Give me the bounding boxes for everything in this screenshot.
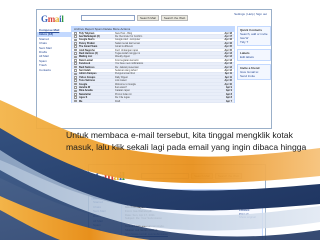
message-toolbar[interactable]: « Back to Inbox Archive Report Spam Dele…: [121, 189, 263, 194]
search-web-button[interactable]: Search the Web: [214, 173, 243, 179]
row-checkbox[interactable]: [74, 99, 77, 103]
row-checkbox[interactable]: [74, 69, 77, 72]
search-mail-button[interactable]: Search Mail: [137, 15, 159, 21]
row-checkbox[interactable]: [74, 48, 77, 52]
row-checkbox[interactable]: [74, 62, 77, 66]
message-rows: Tidy Tidyman New Post - Blog Apr 18 Iwa Wah…: [71, 31, 235, 104]
account-links[interactable]: Settings | Help | Sign out: [234, 12, 267, 16]
gmail-logo: Gmail: [41, 14, 64, 24]
message-link[interactable]: http://www.contoh.com/submission: [125, 232, 259, 237]
search-input[interactable]: [141, 173, 189, 179]
row-checkbox[interactable]: [74, 79, 77, 82]
side-box-link[interactable]: Tidy T: [240, 40, 268, 44]
row-checkbox[interactable]: [74, 45, 77, 49]
row-subject: Draft: [115, 99, 121, 103]
row-checkbox[interactable]: [74, 89, 77, 93]
message-list: Archive Report Spam Delete More Actions …: [71, 26, 235, 104]
gmail-message-screenshot: Gmail Search Mail Search the Web Compose…: [88, 164, 266, 240]
search-input[interactable]: [81, 15, 135, 21]
message-action-link[interactable]: Show original: [239, 216, 263, 220]
right-panel: Quick Contacts Search, add or invite Iwa W…: [237, 26, 271, 83]
search-mail-button[interactable]: Search Mail: [191, 173, 213, 179]
caption-text: Untuk membaca e-mail tersebut, kita ting…: [66, 130, 307, 152]
message-subject: Re: Your Submission: [123, 196, 167, 201]
side-box: Quick Contacts Search, add or invite Iwa W…: [237, 26, 271, 46]
row-sender: Me: [79, 99, 83, 103]
row-checkbox[interactable]: [74, 42, 77, 45]
row-checkbox[interactable]: [74, 92, 77, 96]
row-date: Apr 7: [225, 99, 232, 103]
row-checkbox[interactable]: [74, 31, 77, 35]
row-checkbox[interactable]: [74, 96, 77, 99]
left-navigation: Compose Mail Inbox (17) Starred Chats Sent M…: [91, 191, 119, 233]
search-row: Search Mail Search the Web: [81, 15, 189, 21]
table-row[interactable]: Me Draft Apr 7: [72, 99, 234, 104]
row-checkbox[interactable]: [74, 72, 77, 76]
side-box-link[interactable]: Send Invite: [240, 74, 268, 78]
row-checkbox[interactable]: [74, 35, 77, 38]
row-checkbox[interactable]: [74, 82, 77, 86]
row-checkbox[interactable]: [74, 75, 77, 79]
side-box-link[interactable]: Edit labels: [240, 55, 268, 59]
row-checkbox[interactable]: [74, 65, 77, 69]
side-box: Invite a friend Give Gmail to: Send Invite: [237, 64, 271, 80]
search-web-button[interactable]: Search the Web: [160, 15, 189, 21]
search-row: Search Mail Search the Web: [141, 173, 243, 179]
row-checkbox[interactable]: [74, 55, 77, 59]
row-checkbox[interactable]: [74, 38, 77, 42]
side-box: Labels Edit labels: [237, 49, 271, 61]
gmail-inbox-screenshot: Settings | Help | Sign out Gmail Search …: [36, 9, 272, 129]
row-checkbox[interactable]: [74, 59, 77, 62]
nav-item[interactable]: Contacts: [39, 68, 71, 72]
row-checkbox[interactable]: [74, 86, 77, 89]
row-checkbox[interactable]: [74, 52, 77, 55]
nav-item[interactable]: Trash: [93, 228, 119, 233]
gmail-logo: Gmail: [95, 169, 125, 183]
slide: Settings | Help | Sign out Gmail Search …: [0, 0, 320, 240]
left-navigation: Compose Mail Inbox (18) Starred Chats Sent M…: [37, 28, 71, 72]
message-actions: Reply Forward Print all Show original: [239, 204, 263, 220]
